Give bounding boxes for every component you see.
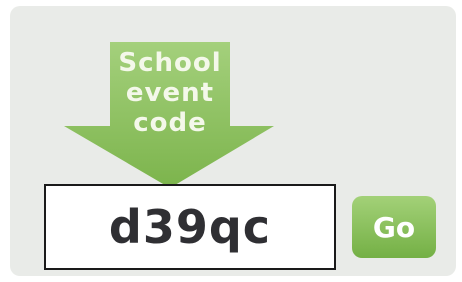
event-code-field[interactable]: d39qc [44,184,336,270]
event-code-panel: School event code d39qc Go [10,6,456,276]
label-line-2: event [125,78,215,108]
down-arrow-icon: School event code [64,42,274,188]
label-line-1: School [118,48,222,78]
go-button-label: Go [372,210,416,244]
event-code-value: d39qc [108,200,272,254]
go-button[interactable]: Go [352,196,436,258]
label-line-3: code [133,108,207,138]
school-event-code-label: School event code [116,48,224,138]
